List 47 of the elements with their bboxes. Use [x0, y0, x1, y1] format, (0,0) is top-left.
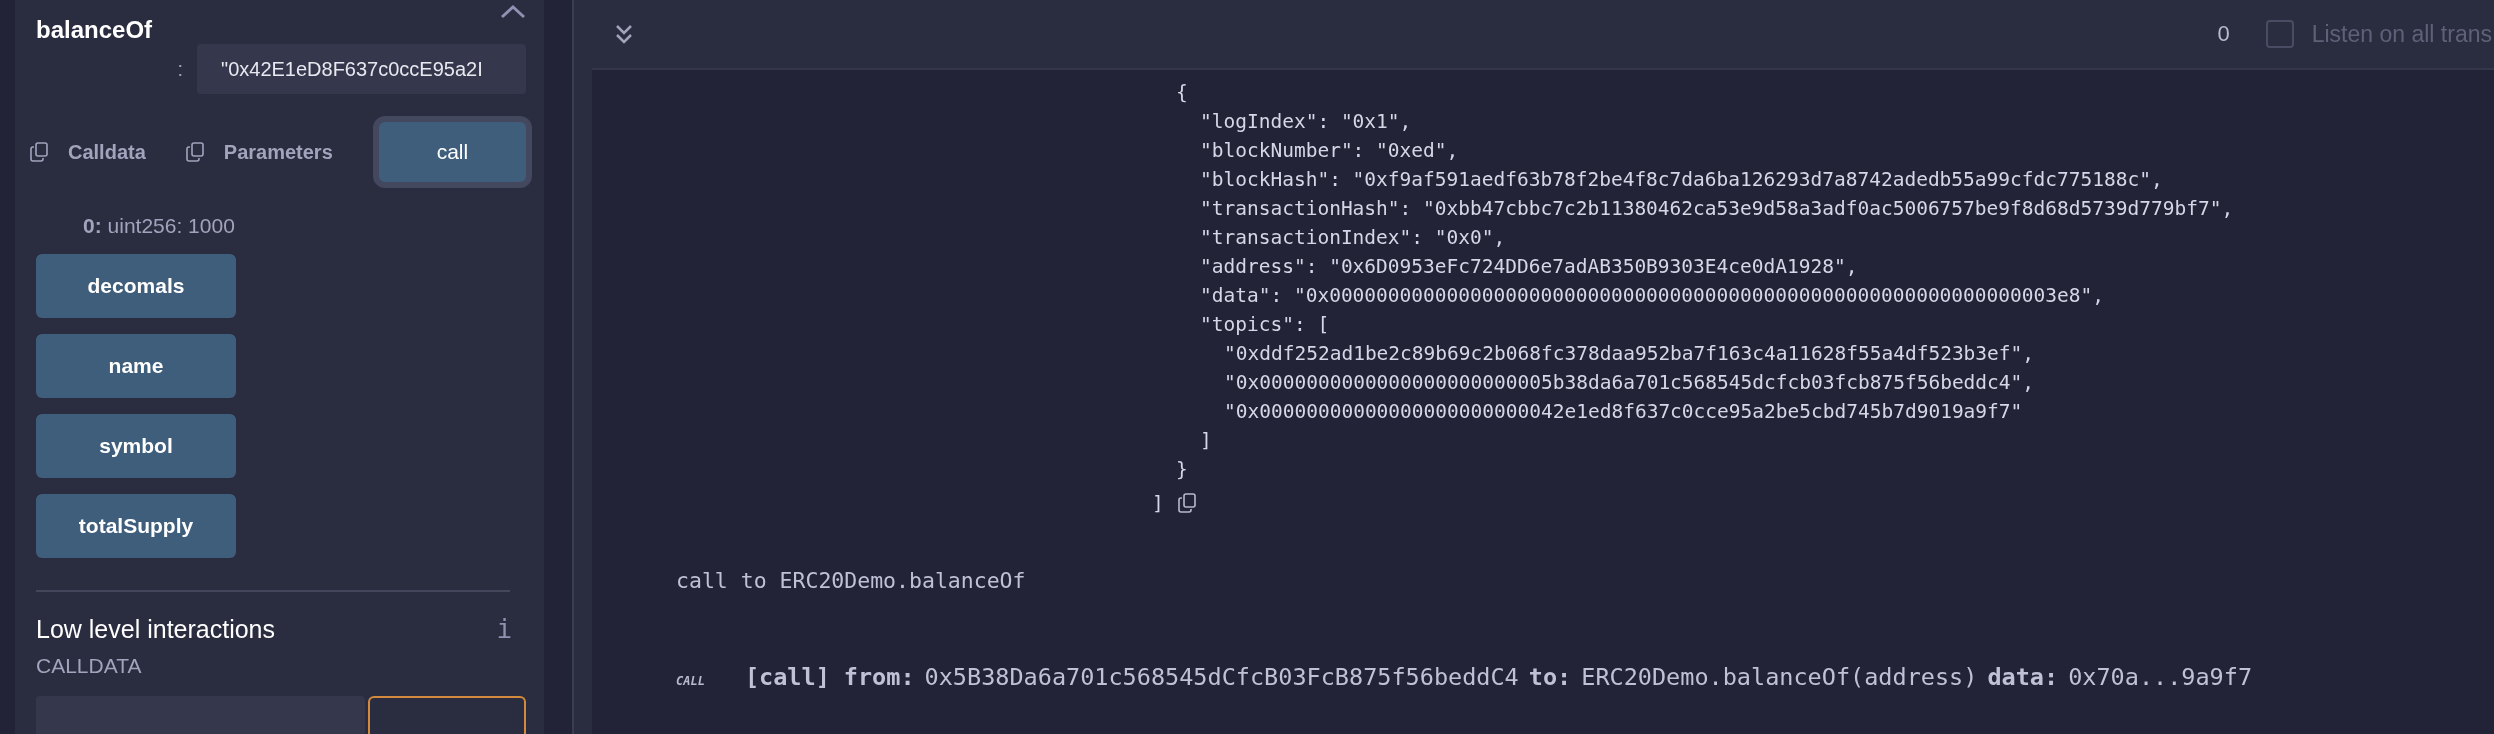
function-title: balanceOf: [36, 16, 153, 44]
calldata-label: CALLDATA: [36, 654, 143, 678]
code-line: ]: [1200, 429, 1212, 452]
copy-icon: [185, 142, 204, 162]
code-line: ]: [1152, 491, 1164, 515]
field-value: 0x5B38Da6a701c568545dCfcB03FcB875f56beddC4: [924, 663, 1519, 691]
function-button[interactable]: name: [36, 334, 236, 398]
chevron-up-icon[interactable]: [500, 4, 527, 20]
transact-button[interactable]: [367, 696, 527, 734]
copy-icon: [30, 142, 48, 162]
code-line: "0xddf252ad1be2c89b69c2b068fc378daa952ba7f163c4a11628f55a4df523b3ef",: [1224, 342, 2035, 365]
field-label: from:: [843, 663, 915, 691]
call-kind: [call]: [744, 663, 830, 691]
function-button[interactable]: decomals: [36, 254, 236, 318]
code-line: "topics": [: [1200, 313, 1330, 336]
pending-count: 0: [2217, 21, 2230, 47]
copy-button[interactable]: Parameters: [185, 140, 351, 164]
code-line: "data": "0x00000000000000000000000000000000000000000000000000000000000003e8",: [1200, 284, 2104, 307]
call-tag: CALL: [676, 674, 705, 688]
code-line: "logIndex": "0x1",: [1200, 110, 1412, 133]
copy-icon[interactable]: [1177, 493, 1196, 513]
function-button[interactable]: symbol: [36, 414, 236, 478]
section-title: Low level interactions: [36, 614, 275, 644]
code-line: "0x00000000000000000000000042e1ed8f637c0cce95a2be5cbd745b7d9019a9f7": [1224, 400, 2023, 423]
code-line: {: [1176, 81, 1188, 104]
code-line: "address": "0x6D0953eFc724DD6e7adAB350B9303E4ce0dA1928",: [1200, 255, 1858, 278]
field-value: 0x70a...9a9f7: [2068, 663, 2253, 691]
code-line: "transactionIndex": "0x0",: [1200, 226, 1506, 249]
field-value: ERC20Demo.balanceOf(address): [1581, 663, 1978, 691]
argument-separator: :: [177, 57, 184, 81]
function-button[interactable]: totalSupply: [36, 494, 236, 558]
code-line: "transactionHash": "0xbb47cbbc7c2b11380462ca53e9d58a3adf0ac5006757be9f8d68d5739d779bf7",: [1200, 197, 2234, 220]
field-label: to:: [1528, 663, 1572, 691]
copy-button[interactable]: Calldata: [30, 140, 164, 164]
log-message: call to ERC20Demo.balanceOf: [676, 568, 1027, 593]
call-result: 0: uint256: 1000: [83, 214, 236, 238]
info-icon[interactable]: i: [496, 614, 513, 644]
double-chevron-down-icon[interactable]: [614, 23, 634, 45]
field-label: data:: [1987, 663, 2059, 691]
call-button[interactable]: call: [372, 116, 533, 188]
code-line: "blockNumber": "0xed",: [1200, 139, 1459, 162]
listen-label: Listen on all trans: [2311, 20, 2492, 48]
code-line: "blockHash": "0xf9af591aedf63b78f2be4f8c7da6ba126293d7a8742adedb55a99cfdc775188c",: [1200, 168, 2163, 191]
address-input[interactable]: "0x42E1eD8F637c0ccE95a2I: [197, 44, 527, 94]
listen-checkbox[interactable]: [2265, 20, 2294, 48]
code-line: }: [1176, 458, 1188, 481]
code-line: "0x0000000000000000000000005b38da6a701c568545dcfcb03fcb875f56beddc4",: [1224, 371, 2035, 394]
